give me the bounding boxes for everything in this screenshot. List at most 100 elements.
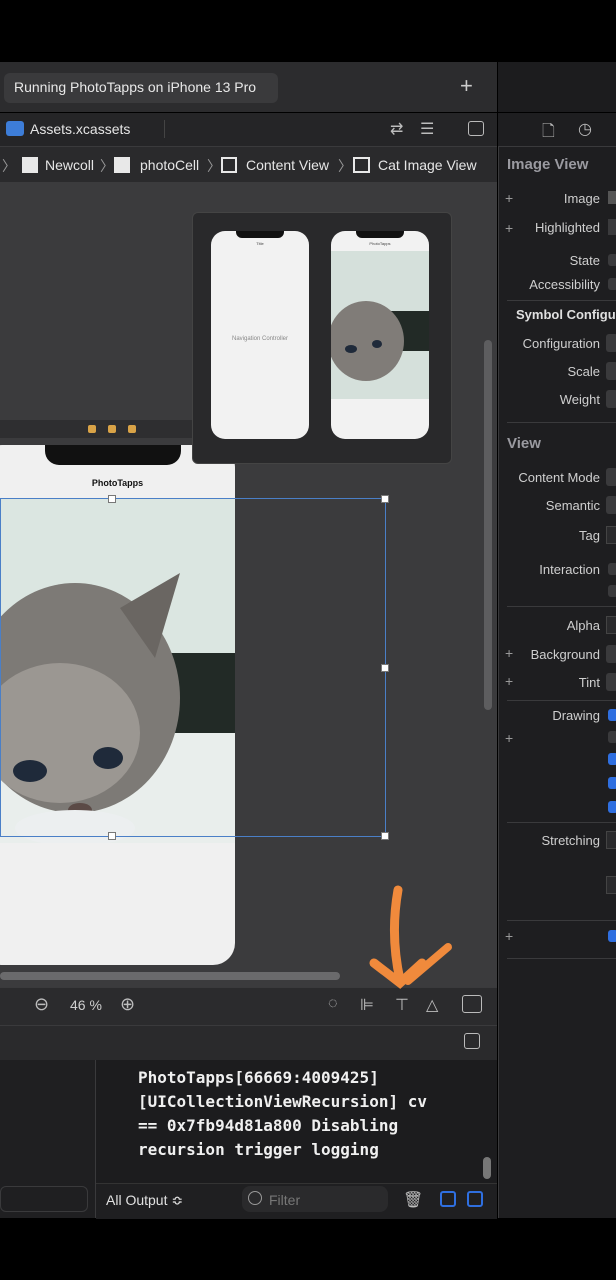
nav-controller-thumbnail[interactable]: Title Navigation Controller — [211, 231, 309, 439]
alpha-field[interactable] — [606, 616, 616, 634]
divider — [507, 700, 616, 701]
grid-icon — [114, 157, 130, 173]
view-section-title: View — [507, 435, 541, 452]
swap-arrows-icon[interactable]: ⇄ — [390, 119, 403, 139]
photo-scene-thumbnail[interactable]: PhotoTapps — [331, 231, 429, 439]
highlighted-field[interactable] — [608, 219, 616, 235]
drawing-label: Drawing — [552, 708, 600, 723]
autoresize-subviews-checkbox[interactable] — [608, 801, 616, 813]
vertical-scrollbar[interactable] — [484, 340, 492, 710]
configuration-label: Configuration — [522, 336, 600, 351]
resolve-issues-icon[interactable]: △ — [426, 995, 438, 1015]
resize-handle[interactable] — [108, 832, 116, 840]
divider — [507, 920, 616, 921]
configuration-popup[interactable] — [606, 334, 616, 352]
thumb-cat-image — [331, 251, 429, 399]
content-mode-popup[interactable] — [606, 468, 616, 486]
view-icon — [221, 157, 237, 173]
view-controller-icon[interactable] — [88, 425, 96, 433]
chevron-right-icon: 〉 — [2, 158, 16, 174]
debug-bar — [0, 1025, 497, 1061]
nav-bar-title: PhotoTapps — [91, 478, 144, 488]
filter-icon — [248, 1191, 262, 1205]
horizontal-scrollbar[interactable] — [0, 972, 340, 980]
trash-icon[interactable]: 🗑 — [403, 1190, 423, 1210]
align-icon[interactable]: ⊫ — [360, 995, 374, 1015]
embed-in-icon[interactable] — [462, 995, 482, 1013]
add-variation-icon[interactable]: + — [505, 928, 513, 944]
exit-icon[interactable] — [128, 425, 136, 433]
notch — [236, 231, 284, 238]
clip-to-bounds-checkbox[interactable] — [608, 777, 616, 789]
scale-popup[interactable] — [606, 362, 616, 380]
resize-handle[interactable] — [381, 664, 389, 672]
inspector-tab-bar — [498, 113, 616, 147]
stretching-x-field[interactable] — [606, 831, 616, 849]
console-line: == 0x7fb94d81a800 Disabling — [138, 1116, 399, 1135]
tag-label: Tag — [579, 528, 600, 543]
zoom-in-icon[interactable]: ⊕ — [120, 994, 135, 1015]
resize-handle[interactable] — [381, 832, 389, 840]
tab-divider — [164, 120, 165, 138]
breadcrumb-item[interactable]: Newcoll — [45, 157, 94, 173]
user-interaction-checkbox[interactable] — [608, 563, 616, 575]
notch — [356, 231, 404, 238]
opaque-checkbox[interactable] — [608, 709, 616, 721]
tag-field[interactable] — [606, 526, 616, 544]
tab-assets[interactable]: Assets.xcassets — [30, 121, 130, 137]
accessibility-label: Accessibility — [529, 277, 600, 292]
console-line: [UICollectionViewRecursion] cv — [138, 1092, 427, 1111]
hide-debug-area-icon[interactable] — [464, 1033, 480, 1049]
variables-filter[interactable] — [0, 1186, 88, 1212]
state-label: State — [569, 253, 600, 268]
stretching-width-field[interactable] — [606, 876, 616, 894]
clears-context-checkbox[interactable] — [608, 753, 616, 765]
thumb-cell-title: PhotoTapps — [369, 241, 391, 246]
breadcrumb-item[interactable]: Content View — [246, 157, 329, 173]
divider — [507, 300, 616, 301]
tint-color-well[interactable] — [606, 673, 616, 691]
image-field[interactable] — [608, 191, 616, 204]
update-frames-icon[interactable]: ◌ — [328, 995, 338, 1013]
state-checkbox[interactable] — [608, 254, 616, 266]
add-library-button[interactable]: + — [460, 74, 473, 98]
scale-label: Scale — [567, 364, 600, 379]
lines-menu-icon[interactable]: ☰ — [420, 119, 434, 139]
selection-frame[interactable] — [0, 495, 389, 840]
scene-navigator-popover: Title Navigation Controller PhotoTapps — [192, 212, 452, 464]
content-mode-label: Content Mode — [518, 470, 600, 485]
breadcrumb-item[interactable]: Cat Image View — [378, 157, 477, 173]
add-constraints-icon[interactable]: ⊤ — [395, 995, 409, 1015]
add-variation-icon[interactable]: + — [505, 730, 513, 746]
semantic-popup[interactable] — [606, 496, 616, 514]
divider — [507, 606, 616, 607]
resize-handle[interactable] — [381, 495, 389, 503]
breadcrumb-item[interactable]: photoCell — [140, 157, 199, 173]
background-color-well[interactable] — [606, 645, 616, 663]
notch — [45, 445, 181, 465]
weight-popup[interactable] — [606, 390, 616, 408]
console-text: PhotoTapps[66669:4009425] [UICollectionVi… — [138, 1066, 478, 1162]
stretching-label: Stretching — [541, 833, 600, 848]
image-label: Image — [563, 191, 600, 206]
console-filter-field[interactable] — [242, 1186, 388, 1212]
installed-checkbox[interactable] — [608, 930, 616, 942]
accessibility-checkbox[interactable] — [608, 278, 616, 290]
show-variables-icon[interactable] — [440, 1191, 456, 1207]
zoom-out-icon[interactable]: ⊖ — [34, 994, 49, 1015]
output-selector[interactable]: All Output ≎ — [106, 1192, 183, 1209]
add-editor-icon[interactable] — [468, 121, 484, 136]
annotation-arrow — [369, 885, 452, 989]
history-clock-icon[interactable]: ◷ — [578, 119, 592, 139]
thumb-nav-title: Title — [256, 241, 264, 246]
hidden-checkbox[interactable] — [608, 731, 616, 743]
semantic-label: Semantic — [545, 498, 600, 513]
show-console-icon[interactable] — [467, 1191, 483, 1207]
resize-handle[interactable] — [108, 495, 116, 503]
console-scrollbar[interactable] — [483, 1157, 491, 1179]
filter-placeholder: Filter — [269, 1192, 301, 1208]
alpha-label: Alpha — [566, 618, 600, 633]
file-inspector-icon[interactable]: 🗋 — [542, 120, 555, 147]
multiple-touch-checkbox[interactable] — [608, 585, 616, 597]
first-responder-icon[interactable] — [108, 425, 116, 433]
